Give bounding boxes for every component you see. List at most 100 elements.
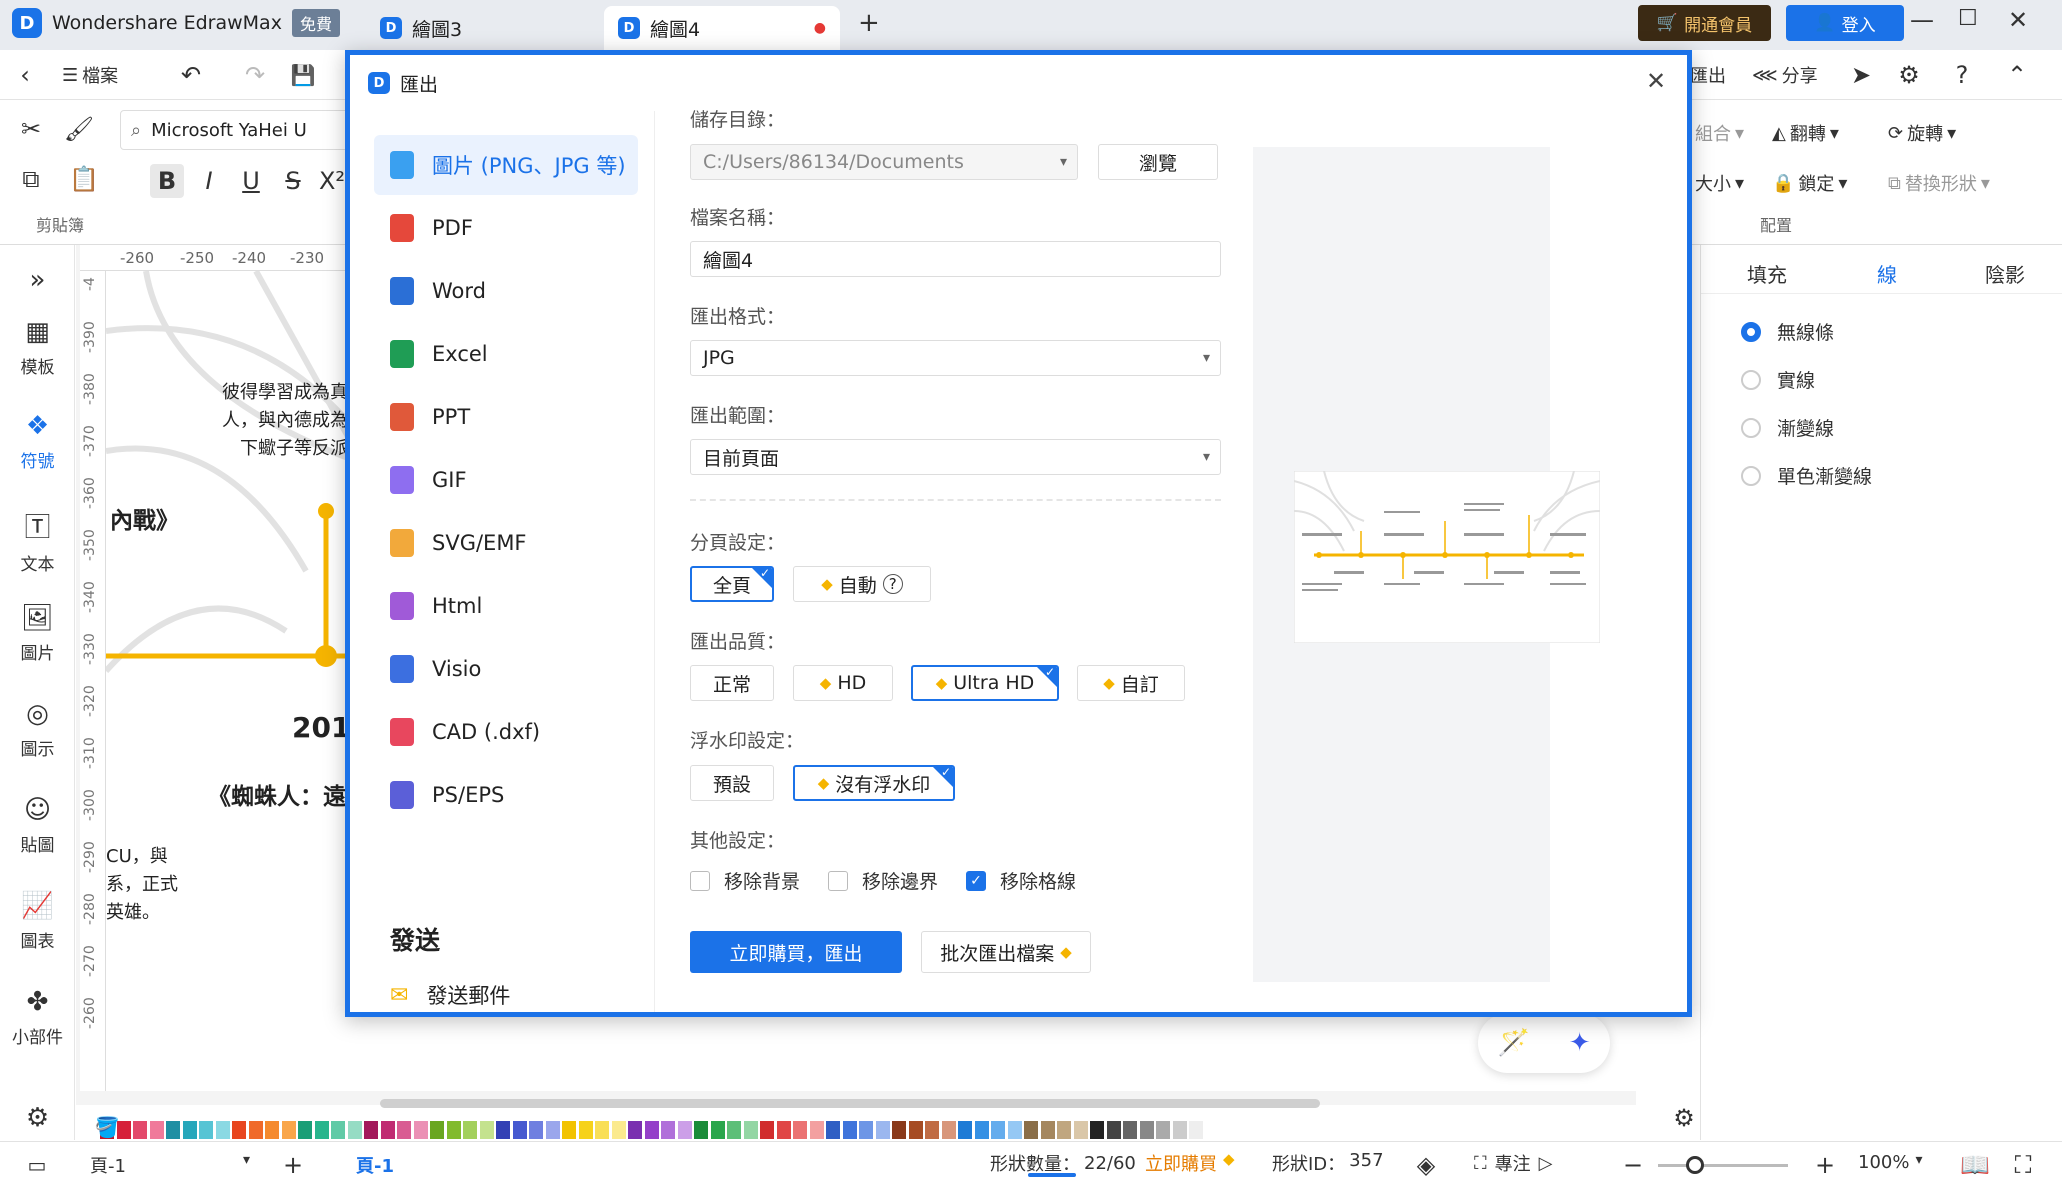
membership-button[interactable]: 🛒 開通會員 bbox=[1638, 5, 1771, 41]
remove-gridlines-checkbox[interactable]: ✓ 移除格線 bbox=[966, 867, 1076, 894]
export-format-item[interactable]: PPT bbox=[374, 387, 638, 447]
color-swatch[interactable] bbox=[859, 1121, 873, 1139]
color-swatch[interactable] bbox=[1139, 1121, 1154, 1139]
sidebar-item-widgets[interactable]: ✤ 小部件 bbox=[0, 987, 75, 1048]
italic-icon[interactable]: I bbox=[192, 164, 226, 198]
strikethrough-icon[interactable]: S bbox=[276, 164, 310, 198]
superscript-icon[interactable]: X² bbox=[318, 164, 346, 198]
tab-line[interactable]: 線 bbox=[1877, 259, 1897, 288]
color-swatch[interactable] bbox=[248, 1121, 263, 1139]
help-icon[interactable]: ? bbox=[1942, 60, 1982, 90]
send-email-item[interactable]: ✉ 發送郵件 bbox=[374, 965, 638, 1025]
color-swatch[interactable] bbox=[1007, 1121, 1022, 1139]
color-swatch[interactable] bbox=[793, 1121, 807, 1139]
color-swatch[interactable] bbox=[479, 1121, 494, 1139]
save-dir-field[interactable]: C:/Users/86134/Documents bbox=[690, 144, 1078, 180]
filename-input[interactable]: 繪圖4 bbox=[690, 241, 1221, 277]
color-swatch[interactable] bbox=[875, 1121, 890, 1139]
color-swatch[interactable] bbox=[446, 1121, 461, 1139]
tab-fill[interactable]: 填充 bbox=[1747, 259, 1787, 288]
color-swatch[interactable] bbox=[578, 1121, 593, 1139]
rotate-button[interactable]: ⟳ 旋轉 ▾ bbox=[1888, 120, 1956, 146]
export-format-item[interactable]: CAD (.dxf) bbox=[374, 702, 638, 762]
color-swatch[interactable] bbox=[710, 1121, 725, 1139]
color-swatch[interactable] bbox=[842, 1121, 857, 1139]
quality-option-hd[interactable]: ◆ HD bbox=[793, 665, 893, 701]
paste-icon[interactable]: 📋 bbox=[62, 162, 106, 196]
export-format-item[interactable]: 圖片 (PNG、JPG 等) bbox=[374, 135, 638, 195]
buy-and-export-button[interactable]: 立即購買，匯出 bbox=[690, 931, 902, 973]
color-swatch[interactable] bbox=[776, 1121, 791, 1139]
color-swatch[interactable] bbox=[1090, 1121, 1104, 1139]
color-swatch[interactable] bbox=[215, 1121, 230, 1139]
group-button[interactable]: 組合 ▾ bbox=[1695, 120, 1744, 146]
color-swatch[interactable] bbox=[166, 1121, 180, 1139]
export-format-item[interactable]: Word bbox=[374, 261, 638, 321]
export-format-select[interactable]: JPG bbox=[690, 340, 1221, 376]
tab-drawing3[interactable]: D 繪圖3 bbox=[366, 6, 596, 50]
quality-option-ultra-hd[interactable]: ◆ Ultra HD ✓ bbox=[911, 665, 1059, 701]
line-option-mono-gradient[interactable]: 單色漸變線 bbox=[1741, 462, 1872, 489]
sidebar-item-charts[interactable]: 📈 圖表 bbox=[0, 891, 75, 952]
file-menu[interactable]: ☰ 檔案 bbox=[62, 62, 118, 88]
remove-background-checkbox[interactable]: 移除背景 bbox=[690, 867, 800, 894]
size-button[interactable]: 大小 ▾ bbox=[1695, 170, 1744, 196]
color-swatch[interactable] bbox=[826, 1121, 840, 1139]
color-swatch[interactable] bbox=[1024, 1121, 1038, 1139]
format-painter-icon[interactable]: 🖌 bbox=[62, 112, 96, 146]
ai-sparkle-icon[interactable]: ✦ bbox=[1569, 1028, 1591, 1058]
sidebar-item-symbols[interactable]: ❖ 符號 bbox=[0, 411, 75, 472]
color-swatch[interactable] bbox=[991, 1121, 1005, 1139]
color-swatch[interactable] bbox=[1156, 1121, 1170, 1139]
color-swatch[interactable] bbox=[1073, 1121, 1088, 1139]
color-swatch[interactable] bbox=[1057, 1121, 1071, 1139]
dialog-close-icon[interactable]: ✕ bbox=[1646, 67, 1666, 95]
expand-sidebar-icon[interactable]: » bbox=[0, 265, 75, 301]
help-circle-icon[interactable]: ? bbox=[882, 574, 903, 594]
zoom-out-icon[interactable]: − bbox=[1620, 1150, 1646, 1180]
color-swatch[interactable] bbox=[149, 1121, 164, 1139]
color-swatch[interactable] bbox=[347, 1121, 362, 1139]
color-swatch[interactable] bbox=[133, 1121, 147, 1139]
sidebar-item-templates[interactable]: ▦ 模板 bbox=[0, 317, 75, 378]
export-format-item[interactable]: PDF bbox=[374, 198, 638, 258]
color-swatch[interactable] bbox=[562, 1121, 576, 1139]
canvas-text-block[interactable]: 彼得學習成為真 人，與內德成為 下蠍子等反派 bbox=[218, 379, 348, 463]
color-swatch[interactable] bbox=[529, 1121, 543, 1139]
panel-settings-icon[interactable]: ⚙ bbox=[1669, 1103, 1699, 1133]
color-swatch[interactable] bbox=[644, 1121, 659, 1139]
color-swatch[interactable] bbox=[677, 1121, 692, 1139]
underline-icon[interactable]: U bbox=[234, 164, 268, 198]
watermark-option-default[interactable]: 預設 bbox=[690, 765, 774, 801]
line-option-gradient[interactable]: 漸變線 bbox=[1741, 414, 1834, 441]
paging-option-full[interactable]: 全頁 ✓ bbox=[690, 566, 774, 602]
sidebar-settings-icon[interactable]: ⚙ bbox=[0, 1103, 75, 1139]
color-swatch[interactable] bbox=[925, 1121, 939, 1139]
send-icon[interactable]: ➤ bbox=[1846, 60, 1876, 90]
paging-option-auto[interactable]: ◆ 自動? bbox=[793, 566, 931, 602]
color-swatch[interactable] bbox=[281, 1121, 296, 1139]
tab-drawing4[interactable]: D 繪圖4 ● bbox=[604, 6, 840, 50]
export-format-item[interactable]: Html bbox=[374, 576, 638, 636]
redo-icon[interactable]: ↷ bbox=[240, 60, 270, 90]
remove-border-checkbox[interactable]: 移除邊界 bbox=[828, 867, 938, 894]
color-swatch[interactable] bbox=[512, 1121, 527, 1139]
layers-icon[interactable]: ◈ bbox=[1406, 1150, 1446, 1180]
color-swatch[interactable] bbox=[1172, 1121, 1187, 1139]
share-menu[interactable]: ⋘ 分享 bbox=[1752, 62, 1818, 88]
close-window-icon[interactable]: ✕ bbox=[2008, 6, 2028, 34]
export-menu[interactable]: 匯出 bbox=[1690, 62, 1726, 88]
color-swatch[interactable] bbox=[628, 1121, 642, 1139]
canvas-text-block[interactable]: CU，與 系，正式 英雄。 bbox=[106, 843, 178, 927]
color-swatch[interactable] bbox=[908, 1121, 923, 1139]
canvas-title[interactable]: 《蜘蛛人：遠 bbox=[208, 777, 346, 811]
collapse-ribbon-icon[interactable]: ⌃ bbox=[2002, 60, 2032, 90]
magic-wand-icon[interactable]: 🪄 bbox=[1497, 1028, 1529, 1058]
canvas-year[interactable]: 201 bbox=[292, 711, 350, 744]
focus-mode-button[interactable]: ⛶ 專注 ▷ bbox=[1474, 1150, 1552, 1176]
color-swatch[interactable] bbox=[331, 1121, 345, 1139]
color-swatch[interactable] bbox=[199, 1121, 213, 1139]
color-swatch[interactable] bbox=[595, 1121, 609, 1139]
cut-icon[interactable]: ✂ bbox=[14, 112, 48, 146]
page-tab[interactable]: 頁-1 bbox=[356, 1152, 394, 1178]
